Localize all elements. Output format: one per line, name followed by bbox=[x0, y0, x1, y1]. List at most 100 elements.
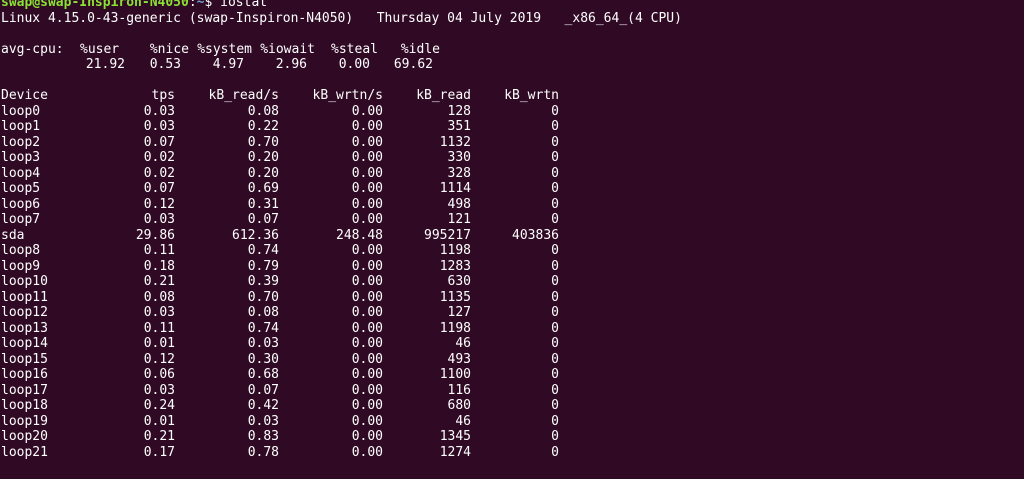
device-name: loop8 bbox=[1, 243, 41, 258]
device-header-read-total: kB_read bbox=[416, 88, 471, 103]
device-tps: 0.18 bbox=[143, 258, 175, 274]
table-row: loop21 0.17 0.78 0.00 1274 0 bbox=[1, 445, 1024, 461]
device-write-total: 0 bbox=[551, 382, 559, 398]
device-read-total: 493 bbox=[447, 351, 471, 367]
device-name: loop17 bbox=[1, 382, 48, 398]
arch-info: _x86_64_(4 CPU) bbox=[564, 10, 682, 26]
device-read-total: 1114 bbox=[439, 181, 471, 196]
prompt-user-host: swap@swap-Inspiron-N4050 bbox=[1, 0, 189, 10]
device-write-rate: 0.00 bbox=[351, 119, 383, 134]
device-name: loop13 bbox=[1, 320, 48, 336]
device-tps: 0.11 bbox=[143, 243, 175, 258]
device-tps: 0.21 bbox=[143, 429, 175, 444]
device-tps: 0.03 bbox=[143, 212, 175, 227]
device-write-rate: 0.00 bbox=[351, 413, 383, 429]
table-row: loop7 0.03 0.07 0.00 121 0 bbox=[1, 212, 1024, 228]
device-name: loop5 bbox=[1, 181, 41, 196]
device-read-total: 128 bbox=[447, 103, 471, 119]
device-write-rate: 0.00 bbox=[351, 336, 383, 351]
device-write-total: 0 bbox=[551, 243, 559, 258]
table-row: loop8 0.11 0.74 0.00 1198 0 bbox=[1, 243, 1024, 259]
device-table-body: loop0 0.03 0.08 0.00 128 0 loop1 0.03 0.22 0.00 35… bbox=[1, 104, 1024, 461]
device-write-total: 403836 bbox=[512, 227, 559, 243]
device-read-rate: 0.20 bbox=[247, 165, 279, 181]
device-write-total: 0 bbox=[551, 150, 559, 165]
cpu-label: avg-cpu: bbox=[1, 41, 64, 57]
device-read-rate: 0.03 bbox=[247, 413, 279, 429]
device-write-rate: 0.00 bbox=[351, 305, 383, 320]
device-write-rate: 0.00 bbox=[351, 429, 383, 444]
cpu-value-iowait: 2.96 bbox=[275, 57, 307, 72]
device-name: loop12 bbox=[1, 305, 48, 320]
cpu-value-system: 4.97 bbox=[212, 57, 244, 72]
device-read-rate: 0.20 bbox=[247, 150, 279, 165]
cpu-header-idle: %idle bbox=[400, 41, 440, 57]
device-write-total: 0 bbox=[551, 119, 559, 134]
cpu-value-idle: 69.62 bbox=[393, 57, 433, 72]
device-write-rate: 0.00 bbox=[351, 181, 383, 196]
table-row: loop16 0.06 0.68 0.00 1100 0 bbox=[1, 367, 1024, 383]
table-row: loop15 0.12 0.30 0.00 493 0 bbox=[1, 352, 1024, 368]
device-write-rate: 0.00 bbox=[351, 243, 383, 258]
device-write-rate: 0.00 bbox=[351, 367, 383, 382]
device-read-rate: 0.08 bbox=[247, 103, 279, 119]
device-header-row: Device tps kB_read/s kB_wrtn/s kB_read kB_wrt… bbox=[1, 88, 1024, 104]
table-row: loop12 0.03 0.08 0.00 127 0 bbox=[1, 305, 1024, 321]
device-write-rate: 0.00 bbox=[351, 444, 383, 460]
device-read-rate: 612.36 bbox=[232, 227, 279, 243]
device-write-total: 0 bbox=[551, 274, 559, 289]
device-read-total: 630 bbox=[447, 274, 471, 289]
table-row: loop3 0.02 0.20 0.00 330 0 bbox=[1, 150, 1024, 166]
device-name: sda bbox=[1, 227, 25, 243]
prompt-symbol: $ bbox=[204, 0, 213, 10]
table-row: loop20 0.21 0.83 0.00 1345 0 bbox=[1, 429, 1024, 445]
device-tps: 29.86 bbox=[135, 227, 175, 243]
device-name: loop15 bbox=[1, 351, 48, 367]
table-row: loop14 0.01 0.03 0.00 46 0 bbox=[1, 336, 1024, 352]
table-row: loop19 0.01 0.03 0.00 46 0 bbox=[1, 414, 1024, 430]
device-tps: 0.03 bbox=[143, 305, 175, 320]
device-write-total: 0 bbox=[551, 444, 559, 460]
device-tps: 0.01 bbox=[143, 413, 175, 429]
cpu-header-user: %user bbox=[80, 41, 120, 57]
cpu-header-steal: %steal bbox=[331, 41, 378, 57]
device-tps: 0.03 bbox=[143, 103, 175, 119]
device-tps: 0.12 bbox=[143, 351, 175, 367]
device-write-rate: 248.48 bbox=[336, 227, 383, 243]
device-name: loop21 bbox=[1, 444, 48, 460]
table-row: loop13 0.11 0.74 0.00 1198 0 bbox=[1, 321, 1024, 337]
terminal-window[interactable]: swap@swap-Inspiron-N4050:~$ iostat Linux… bbox=[0, 0, 1024, 479]
device-write-total: 0 bbox=[551, 398, 559, 413]
device-write-rate: 0.00 bbox=[351, 134, 383, 150]
table-row: loop10 0.21 0.39 0.00 630 0 bbox=[1, 274, 1024, 290]
device-name: loop10 bbox=[1, 274, 48, 289]
device-read-rate: 0.74 bbox=[247, 320, 279, 336]
cpu-value-steal: 0.00 bbox=[338, 57, 370, 72]
device-write-total: 0 bbox=[551, 367, 559, 382]
device-write-rate: 0.00 bbox=[351, 274, 383, 289]
device-read-rate: 0.68 bbox=[247, 367, 279, 382]
device-read-rate: 0.31 bbox=[247, 196, 279, 212]
cpu-header-row: avg-cpu: %user %nice %system %iowait %steal %i… bbox=[1, 42, 1024, 58]
device-write-total: 0 bbox=[551, 181, 559, 196]
device-name: loop6 bbox=[1, 196, 41, 212]
device-name: loop7 bbox=[1, 212, 41, 227]
device-write-total: 0 bbox=[551, 289, 559, 305]
device-write-rate: 0.00 bbox=[351, 150, 383, 165]
device-write-total: 0 bbox=[551, 103, 559, 119]
device-read-total: 1198 bbox=[439, 320, 471, 336]
table-row: loop1 0.03 0.22 0.00 351 0 bbox=[1, 119, 1024, 135]
device-tps: 0.02 bbox=[143, 150, 175, 165]
report-date: Thursday 04 July 2019 bbox=[376, 10, 542, 26]
device-read-total: 116 bbox=[447, 382, 471, 398]
device-name: loop20 bbox=[1, 429, 48, 444]
device-read-total: 1283 bbox=[439, 258, 471, 274]
device-name: loop16 bbox=[1, 367, 48, 382]
table-row: loop18 0.24 0.42 0.00 680 0 bbox=[1, 398, 1024, 414]
device-read-total: 1100 bbox=[439, 367, 471, 382]
device-name: loop11 bbox=[1, 289, 48, 305]
device-header-device: Device bbox=[1, 88, 48, 103]
device-read-rate: 0.08 bbox=[247, 305, 279, 320]
